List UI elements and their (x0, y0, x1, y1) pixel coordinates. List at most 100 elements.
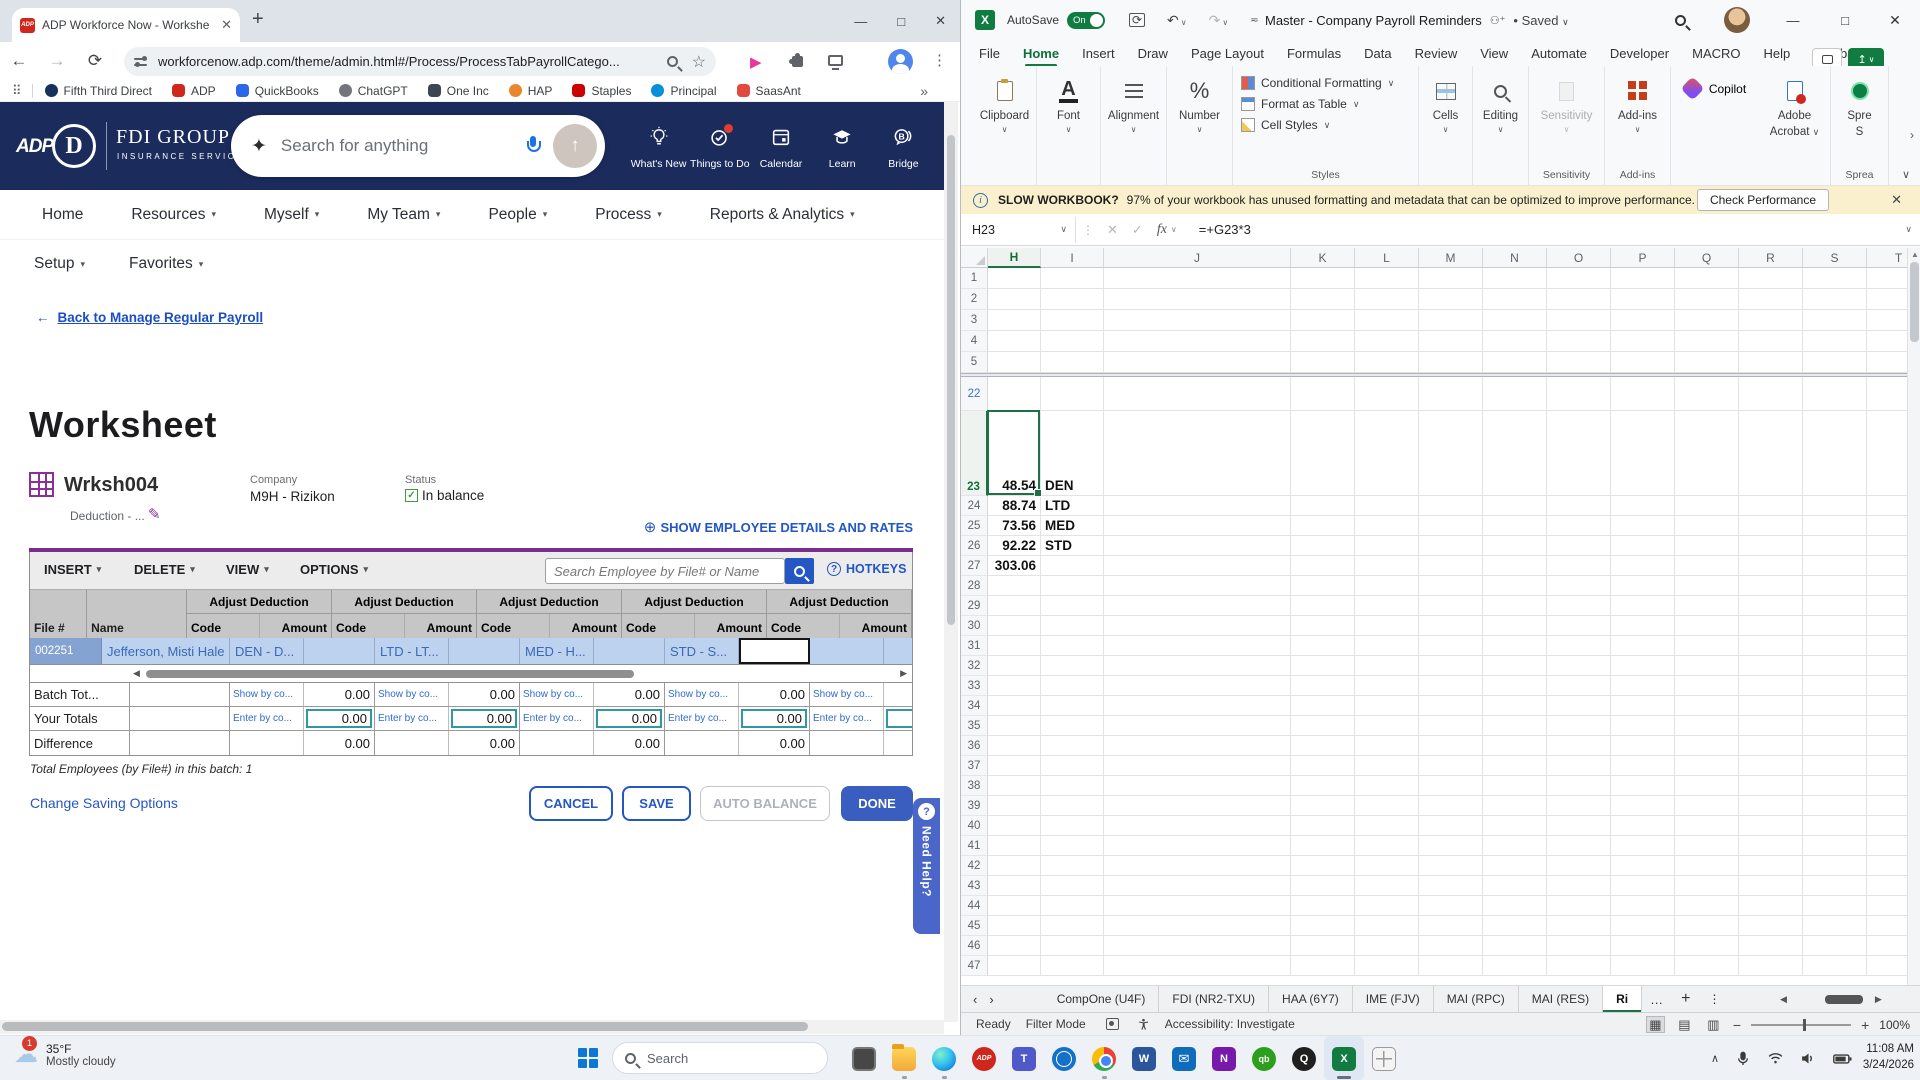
batch-totals-row-link[interactable]: Show by co... (523, 689, 583, 700)
row-header-23[interactable]: 23 (961, 411, 988, 496)
excel-horizontal-scrollbar[interactable]: ◀ ▶ (1780, 993, 1910, 1005)
cell-O39[interactable] (1547, 796, 1611, 816)
cell-I37[interactable] (1041, 756, 1104, 776)
cell-N31[interactable] (1483, 636, 1547, 656)
column-header-K[interactable]: K (1291, 248, 1355, 268)
forward-icon[interactable]: → (38, 51, 76, 71)
ribbon-tab-home[interactable]: Home (1023, 46, 1059, 67)
cell-N40[interactable] (1483, 816, 1547, 836)
ribbon-tab-help[interactable]: Help (1764, 46, 1791, 61)
cell-R38[interactable] (1739, 776, 1803, 796)
cell-L25[interactable] (1355, 516, 1419, 536)
cell-K40[interactable] (1291, 816, 1355, 836)
cell-R1[interactable] (1739, 268, 1803, 289)
delete-menu-button[interactable]: DELETE ▾ (134, 562, 195, 577)
your-total-input[interactable] (886, 709, 912, 728)
cell-P45[interactable] (1611, 916, 1675, 936)
row-header-30[interactable]: 30 (961, 616, 988, 636)
taskbar-app-desktop-app[interactable] (844, 1036, 884, 1080)
row-header-33[interactable]: 33 (961, 676, 988, 696)
cell-R3[interactable] (1739, 310, 1803, 331)
cell-I27[interactable] (1041, 556, 1104, 576)
cell-N2[interactable] (1483, 289, 1547, 310)
cell-M42[interactable] (1419, 856, 1483, 876)
row-header-28[interactable]: 28 (961, 576, 988, 596)
cell-O5[interactable] (1547, 352, 1611, 373)
cell-S27[interactable] (1803, 556, 1867, 576)
excel-vertical-scrollbar[interactable]: ▲ (1907, 248, 1920, 985)
cell-J1[interactable] (1104, 268, 1291, 289)
deduction-code-cell[interactable]: LTD - LT... (375, 638, 449, 664)
weather-widget[interactable]: ☁ 1 35°F Mostly cloudy (14, 1036, 116, 1069)
ribbon-collapse-icon[interactable]: ∨ (1902, 168, 1910, 181)
accessibility-status[interactable]: Accessibility: Investigate (1165, 1017, 1295, 1031)
cell-M1[interactable] (1419, 268, 1483, 289)
row-header-41[interactable]: 41 (961, 836, 988, 856)
cell-Q35[interactable] (1675, 716, 1739, 736)
cell-I29[interactable] (1041, 596, 1104, 616)
cell-N23[interactable] (1483, 411, 1547, 496)
cell-R33[interactable] (1739, 676, 1803, 696)
browser-horizontal-scrollbar[interactable] (0, 1020, 944, 1034)
cell-N30[interactable] (1483, 616, 1547, 636)
scroll-up-icon[interactable]: ▲ (1911, 250, 1919, 259)
cell-R37[interactable] (1739, 756, 1803, 776)
ribbon-tab-data[interactable]: Data (1364, 46, 1391, 61)
deduction-amount-cell[interactable] (884, 638, 912, 664)
cell-H39[interactable] (988, 796, 1041, 816)
cell-P2[interactable] (1611, 289, 1675, 310)
nav-item-favorites[interactable]: Favorites ▾ (129, 255, 203, 273)
excel-search-icon[interactable] (1665, 0, 1695, 40)
cell-S35[interactable] (1803, 716, 1867, 736)
scroll-left-icon[interactable]: ◀ (133, 668, 140, 679)
sheet-prev-icon[interactable]: ‹ (973, 992, 977, 1007)
cell-H32[interactable] (988, 656, 1041, 676)
cell-S31[interactable] (1803, 636, 1867, 656)
cell-I39[interactable] (1041, 796, 1104, 816)
cell-O26[interactable] (1547, 536, 1611, 556)
cell-M41[interactable] (1419, 836, 1483, 856)
row-header-46[interactable]: 46 (961, 936, 988, 956)
cell-J4[interactable] (1104, 331, 1291, 352)
cell-H44[interactable] (988, 896, 1041, 916)
excel-v-thumb[interactable] (1910, 262, 1919, 342)
cell-M27[interactable] (1419, 556, 1483, 576)
row-header-3[interactable]: 3 (961, 310, 988, 331)
cell-N38[interactable] (1483, 776, 1547, 796)
cell-R46[interactable] (1739, 936, 1803, 956)
ribbon-group-copilot[interactable]: Copilot (1671, 66, 1759, 185)
view-menu-button[interactable]: VIEW ▾ (226, 562, 269, 577)
cell-L44[interactable] (1355, 896, 1419, 916)
cell-I28[interactable] (1041, 576, 1104, 596)
cell-O44[interactable] (1547, 896, 1611, 916)
deduction-amount-cell[interactable] (304, 638, 375, 664)
cell-H33[interactable] (988, 676, 1041, 696)
browser-menu-icon[interactable]: ⋮ (932, 51, 947, 69)
cell-R29[interactable] (1739, 596, 1803, 616)
cell-P32[interactable] (1611, 656, 1675, 676)
cell-M31[interactable] (1419, 636, 1483, 656)
cell-L42[interactable] (1355, 856, 1419, 876)
cell-M39[interactable] (1419, 796, 1483, 816)
cell-L35[interactable] (1355, 716, 1419, 736)
cell-H43[interactable] (988, 876, 1041, 896)
cell-L37[interactable] (1355, 756, 1419, 776)
cell-R4[interactable] (1739, 331, 1803, 352)
ribbon-tab-review[interactable]: Review (1415, 46, 1458, 61)
cell-Q26[interactable] (1675, 536, 1739, 556)
row-header-42[interactable]: 42 (961, 856, 988, 876)
cell-L33[interactable] (1355, 676, 1419, 696)
cell-Q40[interactable] (1675, 816, 1739, 836)
extensions-puzzle-icon[interactable] (789, 53, 803, 67)
batch-totals-row-link[interactable]: Show by co... (813, 689, 873, 700)
cell-L34[interactable] (1355, 696, 1419, 716)
cell-K2[interactable] (1291, 289, 1355, 310)
cell-T28[interactable] (1867, 576, 1907, 596)
deduction-code-cell[interactable]: MED - H... (520, 638, 594, 664)
cell-Q38[interactable] (1675, 776, 1739, 796)
cell-T38[interactable] (1867, 776, 1907, 796)
cell-M29[interactable] (1419, 596, 1483, 616)
cell-S44[interactable] (1803, 896, 1867, 916)
row-header-31[interactable]: 31 (961, 636, 988, 656)
tab-close-icon[interactable]: ✕ (221, 17, 232, 33)
